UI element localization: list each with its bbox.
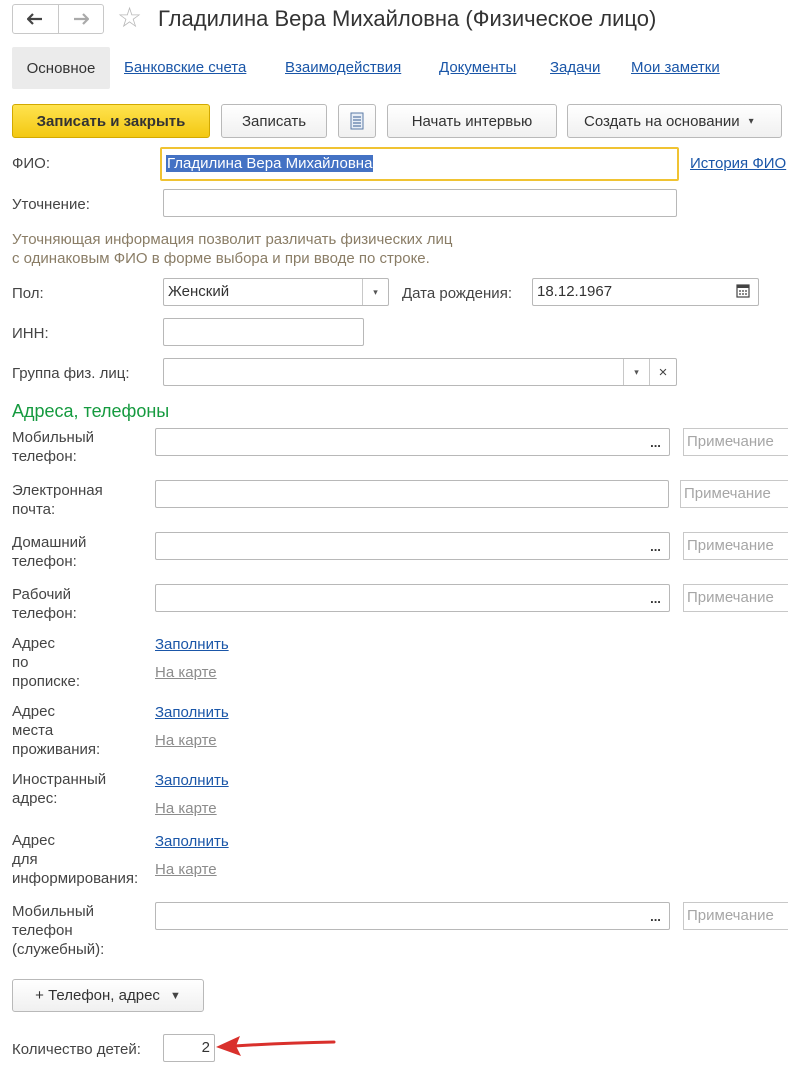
mobile-phone-select-button[interactable]: ... bbox=[642, 428, 670, 456]
reg-address-fill-link[interactable]: Заполнить bbox=[155, 635, 229, 654]
gender-value: Женский bbox=[168, 283, 230, 300]
home-phone-input[interactable] bbox=[155, 532, 643, 560]
close-icon: × bbox=[658, 363, 668, 381]
contacts-section-title: Адреса, телефоны bbox=[12, 401, 170, 421]
tab-documents[interactable]: Документы bbox=[439, 59, 516, 77]
work-phone-note[interactable]: Примечание bbox=[683, 584, 788, 612]
fio-input[interactable]: Гладилина Вера Михайловна bbox=[160, 147, 679, 181]
work-phone-label-1: Рабочий bbox=[12, 586, 72, 603]
fio-label: ФИО: bbox=[12, 155, 51, 172]
gender-select[interactable]: Женский bbox=[163, 278, 389, 306]
home-phone-label-1: Домашний bbox=[12, 534, 87, 551]
clarification-input[interactable] bbox=[163, 189, 677, 217]
window-title: Гладилина Вера Михайловна (Физическое ли… bbox=[158, 6, 657, 31]
nav-button-group bbox=[12, 4, 104, 34]
res-address-map-link[interactable]: На карте bbox=[155, 731, 217, 750]
reg-address-label-3: прописке: bbox=[12, 673, 81, 690]
inn-label: ИНН: bbox=[12, 325, 49, 342]
info-address-label-1: Адрес bbox=[12, 832, 55, 849]
document-list-icon bbox=[350, 112, 364, 130]
chevron-down-icon: ▾ bbox=[748, 115, 754, 127]
tab-my-notes[interactable]: Мои заметки bbox=[631, 59, 720, 77]
work-phone-input[interactable] bbox=[155, 584, 643, 612]
res-address-fill-link[interactable]: Заполнить bbox=[155, 703, 229, 722]
work-mobile-label-3: (служебный): bbox=[12, 941, 105, 958]
arrow-left-icon bbox=[27, 13, 43, 25]
home-phone-note[interactable]: Примечание bbox=[683, 532, 788, 560]
create-based-on-button[interactable]: Создать на основании ▾ bbox=[567, 104, 782, 138]
work-mobile-label-1: Мобильный bbox=[12, 903, 94, 920]
email-label-1: Электронная bbox=[12, 482, 103, 499]
info-address-label-3: информирования: bbox=[12, 870, 139, 887]
annotation-arrow-icon bbox=[216, 1036, 336, 1056]
email-note[interactable]: Примечание bbox=[680, 480, 788, 508]
info-address-map-link[interactable]: На карте bbox=[155, 860, 217, 879]
info-address-label-2: для bbox=[12, 851, 38, 868]
chevron-down-icon: ▼ bbox=[169, 989, 181, 1002]
tab-main[interactable]: Основное bbox=[12, 47, 110, 89]
back-button[interactable] bbox=[13, 5, 59, 33]
create-based-on-label: Создать на основании bbox=[584, 112, 740, 130]
save-and-close-button[interactable]: Записать и закрыть bbox=[12, 104, 210, 138]
foreign-address-label-2: адрес: bbox=[12, 790, 58, 807]
res-address-label-3: проживания: bbox=[12, 741, 101, 758]
foreign-address-label-1: Иностранный bbox=[12, 771, 107, 788]
gender-dropdown-button[interactable]: ▾ bbox=[362, 279, 388, 305]
tab-bank-accounts[interactable]: Банковские счета bbox=[124, 59, 246, 77]
clarification-hint-line2: с одинаковым ФИО в форме выбора и при вв… bbox=[12, 250, 430, 267]
group-clear-button[interactable]: × bbox=[649, 359, 676, 385]
reg-address-label-1: Адрес bbox=[12, 635, 55, 652]
mobile-phone-label-2: телефон: bbox=[12, 448, 77, 465]
tab-tasks[interactable]: Задачи bbox=[550, 59, 600, 77]
start-interview-button[interactable]: Начать интервью bbox=[387, 104, 557, 138]
save-button[interactable]: Записать bbox=[221, 104, 327, 138]
clarification-label: Уточнение: bbox=[12, 196, 90, 213]
fio-value: Гладилина Вера Михайловна bbox=[166, 155, 374, 172]
arrow-right-icon bbox=[73, 13, 89, 25]
birth-date-value: 18.12.1967 bbox=[537, 283, 613, 300]
work-mobile-label-2: телефон bbox=[12, 922, 73, 939]
birth-date-label: Дата рождения: bbox=[402, 285, 512, 302]
res-address-label-1: Адрес bbox=[12, 703, 55, 720]
add-phone-address-button[interactable]: + Телефон, адрес ▼ bbox=[12, 979, 204, 1012]
gender-label: Пол: bbox=[12, 285, 44, 302]
mobile-phone-input[interactable] bbox=[155, 428, 643, 456]
mobile-phone-label-1: Мобильный bbox=[12, 429, 94, 446]
home-phone-select-button[interactable]: ... bbox=[642, 532, 670, 560]
home-phone-label-2: телефон: bbox=[12, 553, 77, 570]
children-count-label: Количество детей: bbox=[12, 1041, 141, 1058]
email-input[interactable] bbox=[155, 480, 669, 508]
fio-history-link[interactable]: История ФИО bbox=[690, 154, 786, 173]
reg-address-map-link[interactable]: На карте bbox=[155, 663, 217, 682]
tab-interactions[interactable]: Взаимодействия bbox=[285, 59, 401, 77]
forward-button[interactable] bbox=[59, 5, 104, 33]
work-phone-label-2: телефон: bbox=[12, 605, 77, 622]
chevron-down-icon: ▾ bbox=[373, 286, 378, 297]
clarification-hint-line1: Уточняющая информация позволит различать… bbox=[12, 231, 453, 248]
foreign-address-map-link[interactable]: На карте bbox=[155, 799, 217, 818]
chevron-down-icon: ▾ bbox=[634, 366, 639, 377]
res-address-label-2: места bbox=[12, 722, 54, 739]
report-button[interactable] bbox=[338, 104, 376, 138]
work-mobile-input[interactable] bbox=[155, 902, 643, 930]
info-address-fill-link[interactable]: Заполнить bbox=[155, 832, 229, 851]
work-mobile-select-button[interactable]: ... bbox=[642, 902, 670, 930]
reg-address-label-2: по bbox=[12, 654, 29, 671]
mobile-phone-note[interactable]: Примечание bbox=[683, 428, 788, 456]
add-phone-address-label: + Телефон, адрес bbox=[35, 987, 160, 1004]
work-mobile-note[interactable]: Примечание bbox=[683, 902, 788, 930]
group-input[interactable] bbox=[163, 358, 677, 386]
inn-input[interactable] bbox=[163, 318, 364, 346]
work-phone-select-button[interactable]: ... bbox=[642, 584, 670, 612]
calendar-icon bbox=[736, 284, 750, 298]
calendar-button[interactable] bbox=[736, 283, 750, 302]
group-dropdown-button[interactable]: ▾ bbox=[623, 359, 649, 385]
foreign-address-fill-link[interactable]: Заполнить bbox=[155, 771, 229, 790]
email-label-2: почта: bbox=[12, 501, 56, 518]
group-label: Группа физ. лиц: bbox=[12, 365, 130, 382]
star-icon[interactable]: ☆ bbox=[117, 2, 142, 34]
children-count-input[interactable]: 2 bbox=[163, 1034, 215, 1062]
birth-date-input[interactable]: 18.12.1967 bbox=[532, 278, 759, 306]
